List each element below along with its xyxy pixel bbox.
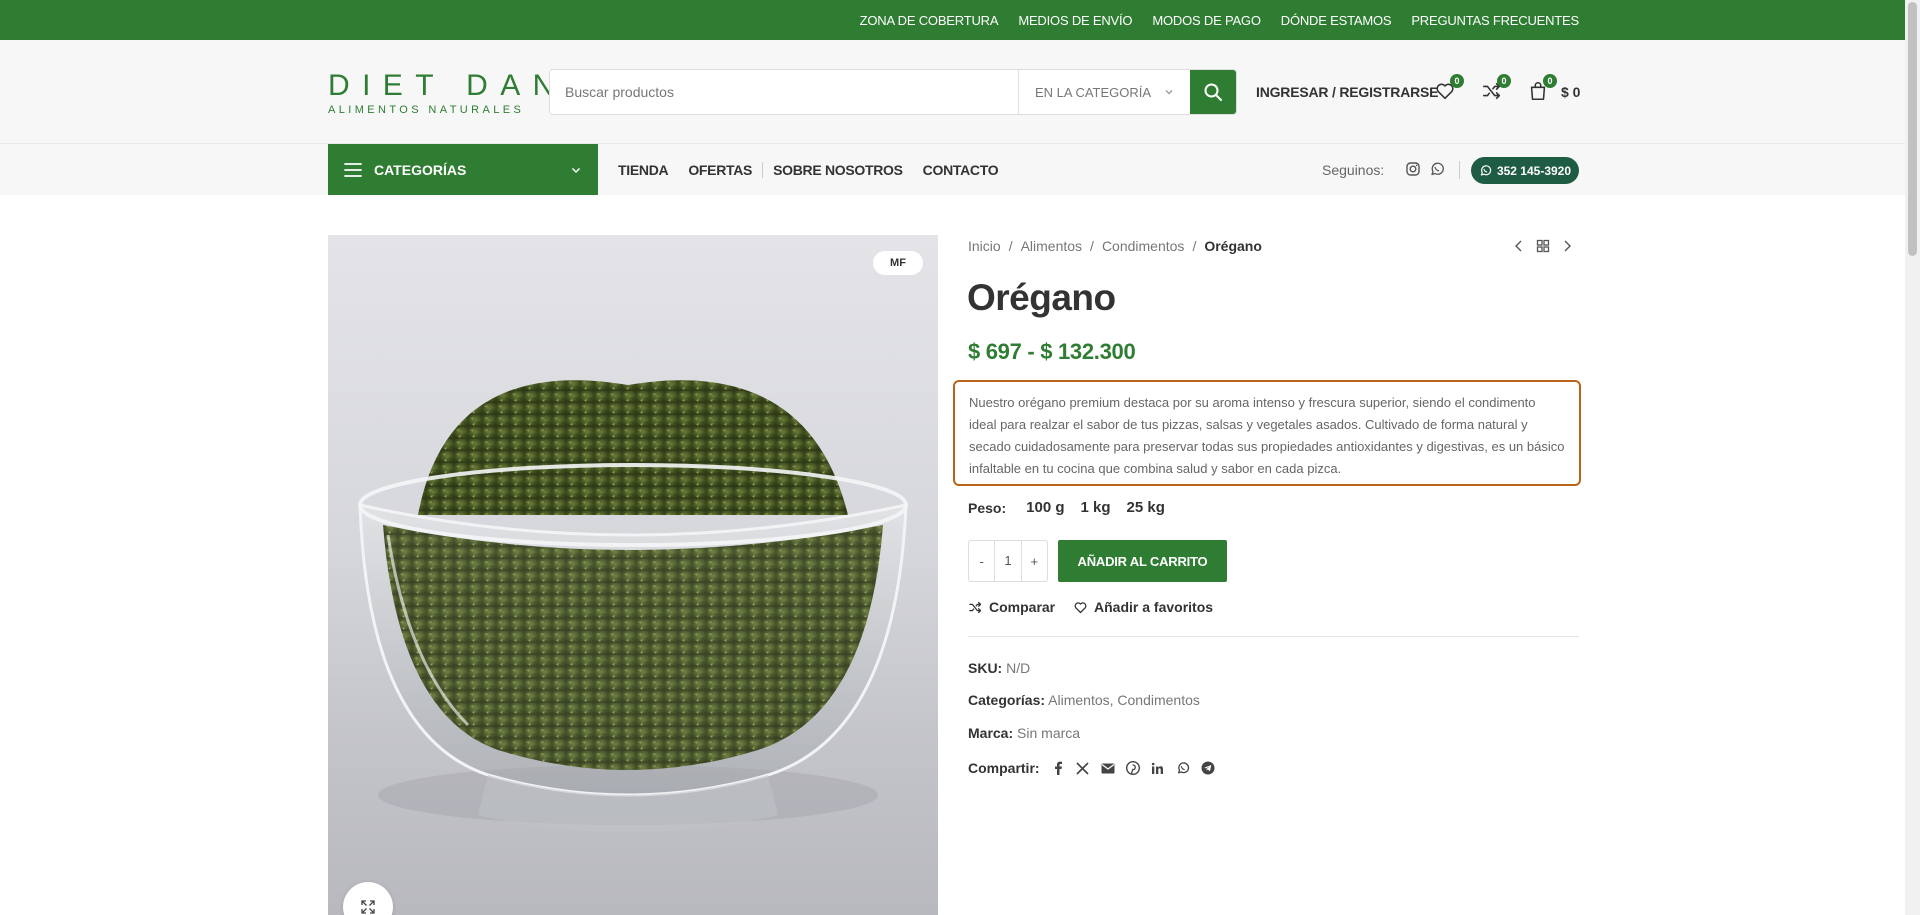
product-image[interactable] — [328, 235, 938, 915]
categories-menu-button[interactable]: CATEGORÍAS — [328, 144, 598, 195]
instagram-icon[interactable] — [1405, 161, 1421, 177]
breadcrumb-condimentos[interactable]: Condimentos — [1102, 238, 1185, 254]
main-nav-bar: CATEGORÍAS TIENDA OFERTAS SOBRE NOSOTROS… — [0, 144, 1905, 195]
scrollbar-thumb[interactable] — [1908, 2, 1917, 256]
wishlist-count-badge: 0 — [1450, 74, 1464, 88]
breadcrumb-alimentos[interactable]: Alimentos — [1021, 238, 1082, 254]
page-scrollbar[interactable] — [1905, 0, 1920, 915]
nav-vertical-separator — [1459, 161, 1460, 179]
nav-tienda[interactable]: TIENDA — [618, 162, 678, 178]
oregano-bowl-illustration — [358, 380, 908, 833]
cart-button[interactable]: 0 — [1525, 74, 1557, 104]
weight-option-100g[interactable]: 100 g — [1026, 499, 1064, 516]
facebook-icon[interactable] — [1051, 761, 1065, 775]
weight-option-25kg[interactable]: 25 kg — [1127, 499, 1165, 516]
whatsapp-icon[interactable] — [1176, 761, 1190, 775]
nav-links: TIENDA OFERTAS SOBRE NOSOTROS CONTACTO — [618, 144, 1008, 195]
qty-plus-button[interactable]: + — [1022, 554, 1047, 569]
favorites-label: Añadir a favoritos — [1094, 599, 1214, 615]
sku-value: N/D — [1006, 660, 1031, 676]
brand-row: Marca: Sin marca — [968, 725, 1080, 741]
search-icon — [1204, 83, 1222, 101]
shuffle-icon — [969, 601, 982, 613]
weight-selector: Peso: 100 g 1 kg 25 kg — [968, 499, 1181, 516]
quantity-stepper: - 1 + — [968, 540, 1048, 582]
search-button[interactable] — [1190, 70, 1236, 114]
search-form: EN LA CATEGORÍA — [549, 69, 1237, 115]
product-description: Nuestro orégano premium destaca por su a… — [953, 380, 1581, 486]
top-links: ZONA DE COBERTURA MEDIOS DE ENVÍO MODOS … — [860, 0, 1580, 40]
whatsapp-icon[interactable] — [1429, 161, 1445, 177]
categories-row: Categorías: Alimentos, Condimentos — [968, 692, 1200, 708]
categories-value[interactable]: Alimentos, Condimentos — [1048, 692, 1200, 708]
x-twitter-icon[interactable] — [1076, 761, 1090, 775]
whatsapp-icon — [1480, 165, 1492, 176]
nav-ofertas[interactable]: OFERTAS — [678, 162, 762, 178]
share-row: Compartir: — [968, 760, 1215, 776]
brand-label: Marca: — [968, 725, 1014, 741]
breadcrumb-separator: / — [1008, 238, 1013, 254]
logo-main-text: DIET DANI — [328, 69, 588, 102]
grid-icon[interactable] — [1535, 238, 1551, 254]
compare-count-badge: 0 — [1497, 74, 1511, 88]
chevron-down-icon — [1165, 90, 1173, 95]
hamburger-icon — [344, 162, 362, 177]
heart-icon — [1074, 601, 1087, 613]
breadcrumb: Inicio / Alimentos / Condimentos / Oréga… — [968, 238, 1262, 254]
add-to-cart-button[interactable]: AÑADIR AL CARRITO — [1058, 540, 1227, 582]
compare-link[interactable]: Comparar — [968, 599, 1055, 615]
sku-row: SKU: N/D — [968, 660, 1030, 676]
brand-value[interactable]: Sin marca — [1017, 725, 1080, 741]
product-title: Orégano — [967, 277, 1116, 318]
pinterest-icon[interactable] — [1125, 761, 1140, 775]
nav-contacto[interactable]: CONTACTO — [913, 162, 1009, 178]
chevron-right-icon[interactable] — [1559, 238, 1575, 254]
logo-sub-text: ALIMENTOS NATURALES — [328, 104, 525, 116]
chevron-left-icon[interactable] — [1511, 238, 1527, 254]
cart-count-badge: 0 — [1543, 74, 1557, 88]
weight-option-1kg[interactable]: 1 kg — [1081, 499, 1111, 516]
product-price: $ 697 - $ 132.300 — [968, 339, 1136, 364]
header: DIET DANI ALIMENTOS NATURALES EN LA CATE… — [0, 40, 1905, 144]
summary-divider — [968, 636, 1579, 637]
qty-minus-button[interactable]: - — [969, 554, 994, 569]
link-shipping[interactable]: MEDIOS DE ENVÍO — [1018, 13, 1132, 28]
compare-label: Comparar — [989, 599, 1056, 615]
product-badge: MF — [873, 251, 923, 275]
weight-label: Peso: — [968, 499, 1007, 516]
email-icon[interactable] — [1101, 761, 1115, 775]
site-logo[interactable]: DIET DANI ALIMENTOS NATURALES — [328, 69, 588, 117]
search-category-select[interactable]: EN LA CATEGORÍA — [1018, 70, 1190, 114]
phone-number: 352 145-3920 — [1496, 163, 1572, 178]
whatsapp-phone-button[interactable]: 352 145-3920 — [1471, 157, 1579, 184]
sku-label: SKU: — [968, 660, 1003, 676]
breadcrumb-inicio[interactable]: Inicio — [968, 238, 1001, 254]
expand-icon — [361, 900, 375, 914]
link-payment[interactable]: MODOS DE PAGO — [1152, 13, 1261, 28]
link-where[interactable]: DÓNDE ESTAMOS — [1281, 13, 1392, 28]
breadcrumb-separator: / — [1192, 238, 1197, 254]
breadcrumb-separator: / — [1090, 238, 1094, 254]
login-register-link[interactable]: INGRESAR / REGISTRARSE — [1256, 84, 1438, 100]
cart-total[interactable]: $ 0 — [1561, 84, 1580, 100]
qty-input[interactable]: 1 — [994, 541, 1022, 581]
breadcrumb-current: Orégano — [1204, 238, 1262, 254]
nav-sobre-nosotros[interactable]: SOBRE NOSOTROS — [763, 162, 913, 178]
link-coverage-zone[interactable]: ZONA DE COBERTURA — [860, 13, 999, 28]
add-to-favorites-link[interactable]: Añadir a favoritos — [1073, 599, 1213, 615]
share-label: Compartir: — [968, 760, 1040, 776]
search-category-label: EN LA CATEGORÍA — [1035, 84, 1152, 100]
categories-label: CATEGORÍAS — [374, 161, 467, 178]
compare-button[interactable]: 0 — [1479, 74, 1511, 104]
follow-label: Seguinos: — [1322, 162, 1385, 178]
linkedin-icon[interactable] — [1151, 761, 1165, 775]
wishlist-button[interactable]: 0 — [1432, 74, 1464, 104]
telegram-icon[interactable] — [1201, 761, 1215, 775]
link-faq[interactable]: PREGUNTAS FRECUENTES — [1411, 13, 1579, 28]
categories-label: Categorías: — [968, 692, 1046, 708]
search-input[interactable] — [550, 70, 1018, 114]
chevron-down-icon — [571, 167, 581, 173]
top-bar: ZONA DE COBERTURA MEDIOS DE ENVÍO MODOS … — [0, 0, 1920, 40]
